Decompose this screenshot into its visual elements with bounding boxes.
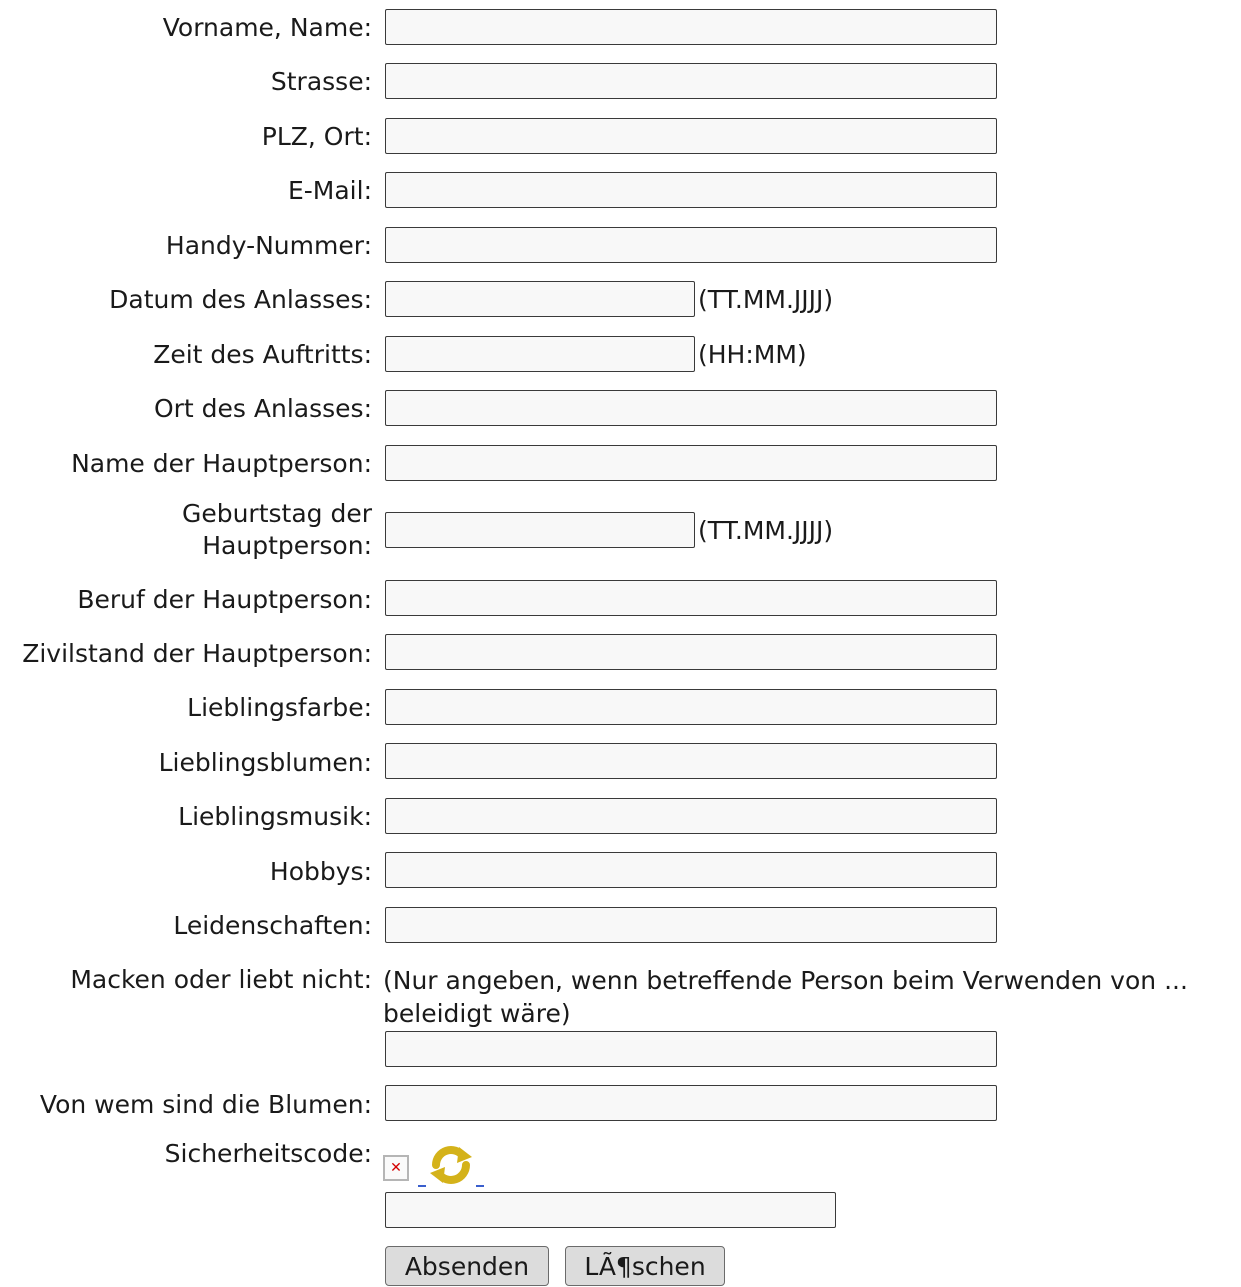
captcha-link-underline[interactable] [418, 1185, 426, 1187]
captcha-link-underline-2[interactable] [476, 1185, 484, 1187]
passions-label: Leidenschaften: [173, 911, 372, 940]
broken-image-icon: ✕ [383, 1155, 409, 1181]
dislikes-note: (Nur angeben, wenn betreffende Person be… [383, 966, 1188, 1028]
hobbies-input[interactable] [385, 852, 997, 888]
main-person-name-label: Name der Hauptperson: [71, 449, 372, 478]
performance-time-label: Zeit des Auftritts: [153, 340, 372, 369]
passions-input[interactable] [385, 907, 997, 943]
event-date-label: Datum des Anlasses: [109, 285, 372, 314]
favorite-color-label: Lieblingsfarbe: [187, 693, 372, 722]
hobbies-label: Hobbys: [269, 857, 372, 886]
name-input[interactable] [385, 9, 997, 45]
street-label: Strasse: [270, 67, 372, 96]
event-date-input[interactable] [385, 281, 695, 317]
favorite-flowers-label: Lieblingsblumen: [158, 748, 372, 777]
main-person-birthday-input[interactable] [385, 512, 695, 548]
performance-time-format-hint: (HH:MM) [698, 340, 807, 369]
favorite-flowers-input[interactable] [385, 743, 997, 779]
main-person-civil-status-input[interactable] [385, 634, 997, 670]
mobile-input[interactable] [385, 227, 997, 263]
favorite-music-input[interactable] [385, 798, 997, 834]
dislikes-label: Macken oder liebt nicht: [70, 965, 372, 994]
mobile-label: Handy-Nummer: [165, 231, 372, 260]
event-date-format-hint: (TT.MM.JJJJ) [698, 285, 834, 314]
email-label: E-Mail: [287, 176, 372, 205]
dislikes-input[interactable] [385, 1031, 997, 1067]
email-input[interactable] [385, 172, 997, 208]
main-person-birthday-label: Geburtstag der Hauptperson: [181, 499, 372, 560]
name-label: Vorname, Name: [162, 13, 372, 42]
favorite-color-input[interactable] [385, 689, 997, 725]
security-code-input[interactable] [385, 1192, 836, 1228]
main-person-job-label: Beruf der Hauptperson: [77, 585, 372, 614]
main-person-birthday-format-hint: (TT.MM.JJJJ) [698, 516, 834, 545]
event-location-label: Ort des Anlasses: [153, 394, 372, 423]
street-input[interactable] [385, 63, 997, 99]
flowers-from-label: Von wem sind die Blumen: [39, 1090, 372, 1119]
performance-time-input[interactable] [385, 336, 695, 372]
event-location-input[interactable] [385, 390, 997, 426]
zip-city-input[interactable] [385, 118, 997, 154]
zip-city-label: PLZ, Ort: [261, 122, 372, 151]
main-person-job-input[interactable] [385, 580, 997, 616]
security-code-label: Sicherheitscode: [164, 1139, 372, 1168]
submit-button[interactable]: Absenden [385, 1246, 549, 1286]
main-person-name-input[interactable] [385, 445, 997, 481]
reset-button[interactable]: LÃ¶schen [565, 1246, 725, 1286]
main-person-civil-status-label: Zivilstand der Hauptperson: [22, 639, 372, 668]
favorite-music-label: Lieblingsmusik: [178, 802, 372, 831]
refresh-icon[interactable] [426, 1143, 476, 1187]
flowers-from-input[interactable] [385, 1085, 997, 1121]
